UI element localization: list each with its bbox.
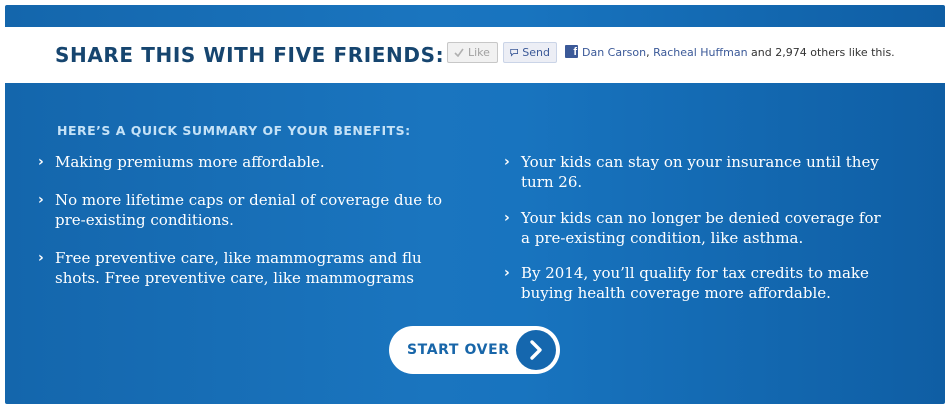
benefit-text: No more lifetime caps or denial of cover… xyxy=(55,191,442,229)
benefit-text: Your kids can no longer be denied covera… xyxy=(521,209,881,247)
benefit-item: › No more lifetime caps or denial of cov… xyxy=(38,190,465,230)
facebook-like-button[interactable]: Like xyxy=(447,42,498,63)
facebook-icon: f xyxy=(565,45,578,58)
share-bar: SHARE THIS WITH FIVE FRIENDS: Like Send … xyxy=(5,27,945,83)
chevron-right-icon: › xyxy=(504,154,510,170)
social-context: Dan Carson, Racheal Huffman and 2,974 ot… xyxy=(582,46,895,59)
friend-link-racheal-huffman[interactable]: Racheal Huffman xyxy=(653,46,747,59)
speech-bubble-icon xyxy=(510,48,519,57)
share-title: SHARE THIS WITH FIVE FRIENDS: xyxy=(55,43,445,67)
benefit-item: › Your kids can no longer be denied cove… xyxy=(504,208,881,248)
chevron-right-icon: › xyxy=(38,250,44,266)
chevron-right-icon: › xyxy=(38,192,44,208)
summary-heading: HERE’S A QUICK SUMMARY OF YOUR BENEFITS: xyxy=(57,123,411,138)
chevron-right-icon: › xyxy=(38,154,44,170)
facebook-send-button[interactable]: Send xyxy=(503,42,557,63)
friend-link-dan-carson[interactable]: Dan Carson xyxy=(582,46,646,59)
benefit-text: Making premiums more affordable. xyxy=(55,153,325,171)
checkmark-icon xyxy=(454,48,464,57)
start-over-button[interactable]: START OVER xyxy=(389,326,560,374)
benefit-item: › By 2014, you’ll qualify for tax credit… xyxy=(504,263,891,303)
like-count-text: and 2,974 others like this. xyxy=(751,46,895,59)
send-label: Send xyxy=(522,46,550,59)
benefit-item: › Making premiums more affordable. xyxy=(38,152,465,172)
benefit-text: By 2014, you’ll qualify for tax credits … xyxy=(521,264,869,302)
chevron-right-icon: › xyxy=(504,265,510,281)
benefit-item: › Free preventive care, like mammograms … xyxy=(38,248,455,288)
friend-separator: , xyxy=(646,46,650,59)
benefit-item: › Your kids can stay on your insurance u… xyxy=(504,152,881,192)
start-over-label: START OVER xyxy=(407,342,510,358)
like-label: Like xyxy=(468,46,490,59)
arrow-right-icon xyxy=(516,330,556,370)
benefit-text: Free preventive care, like mammograms an… xyxy=(55,249,422,287)
chevron-right-icon: › xyxy=(504,210,510,226)
benefit-text: Your kids can stay on your insurance unt… xyxy=(521,153,879,191)
